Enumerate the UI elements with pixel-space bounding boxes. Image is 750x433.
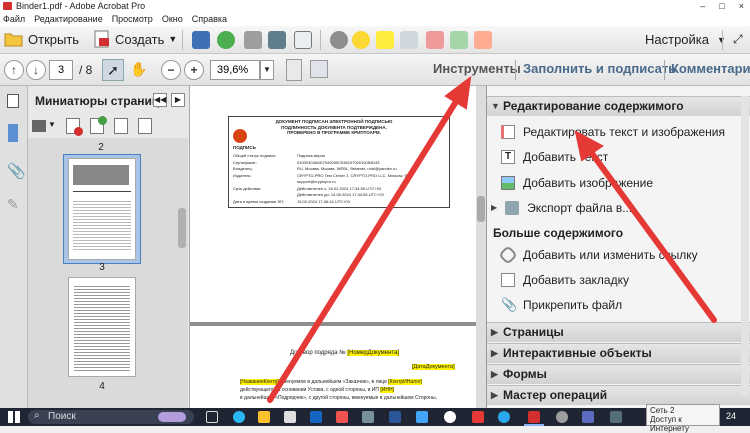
edge-icon[interactable] bbox=[233, 411, 245, 423]
taskbar-search[interactable]: ⌕ Поиск bbox=[28, 410, 194, 424]
windows-taskbar: ⌕ Поиск Сеть 2 Доступ к Интернету 24 bbox=[0, 404, 750, 433]
search-icon: ⌕ bbox=[34, 410, 40, 421]
unknown-app-icon[interactable] bbox=[582, 411, 594, 423]
network-status: Доступ к Интернету bbox=[650, 415, 689, 433]
search-label: Поиск bbox=[48, 411, 76, 422]
l-app-icon[interactable] bbox=[310, 411, 322, 423]
unknown-app-icon[interactable] bbox=[610, 411, 622, 423]
hippo-icon bbox=[158, 412, 186, 422]
store-icon[interactable] bbox=[284, 411, 296, 423]
network-tooltip: Сеть 2 Доступ к Интернету bbox=[646, 404, 720, 433]
yandex-browser-icon[interactable] bbox=[444, 411, 456, 423]
yandex-icon[interactable] bbox=[472, 411, 484, 423]
windows-start-icon[interactable] bbox=[8, 411, 20, 423]
settings-icon[interactable] bbox=[556, 411, 568, 423]
arrowhead bbox=[444, 75, 472, 110]
arrow-to-tools-tab bbox=[267, 89, 465, 403]
file-explorer-icon[interactable] bbox=[258, 411, 270, 423]
task-view-icon[interactable] bbox=[206, 411, 218, 423]
telegram-icon[interactable] bbox=[498, 411, 510, 423]
word-icon[interactable] bbox=[389, 411, 401, 423]
arrow-to-edit-text bbox=[585, 145, 717, 323]
acrobat-icon[interactable] bbox=[528, 411, 540, 423]
screen-icon[interactable] bbox=[362, 411, 374, 423]
network-name: Сеть 2 bbox=[650, 406, 675, 415]
photos-icon[interactable] bbox=[336, 411, 348, 423]
arrowhead bbox=[574, 130, 604, 162]
annotation-arrows bbox=[267, 75, 717, 403]
mail-icon[interactable] bbox=[416, 411, 428, 423]
clock: 24 bbox=[726, 411, 737, 421]
